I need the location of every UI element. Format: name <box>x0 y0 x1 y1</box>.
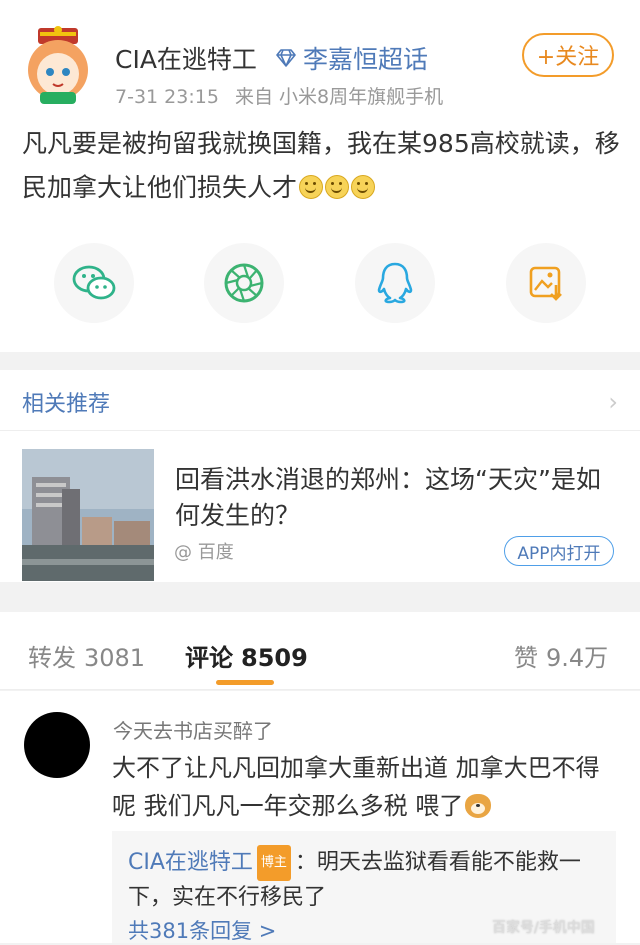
diamond-icon <box>276 49 296 67</box>
comment-count: 8509 <box>241 644 308 672</box>
doge-emoji-icon <box>465 794 492 818</box>
user-avatar[interactable] <box>24 26 92 104</box>
commenter-username[interactable]: 今天去书店买醉了 <box>113 715 273 744</box>
tab-repost[interactable]: 转发 3081 <box>28 638 145 673</box>
view-replies-link[interactable]: 共381条回复 > <box>128 915 276 945</box>
like-count: 9.4万 <box>546 644 609 672</box>
comment-text: 大不了让凡凡回加拿大重新出道 加拿大巴不得呢 我们凡凡一年交那么多税 喂了 <box>112 754 600 820</box>
smile-emoji-icon <box>325 175 350 199</box>
moments-icon[interactable] <box>204 243 284 323</box>
topic-label: 李嘉恒超话 <box>303 45 429 74</box>
repost-count: 3081 <box>84 644 146 672</box>
comment-item: 今天去书店买醉了 大不了让凡凡回加拿大重新出道 加拿大巴不得呢 我们凡凡一年交那… <box>0 691 640 943</box>
post-source: 来自 小米8周年旗舰手机 <box>234 86 444 108</box>
share-row <box>0 243 640 323</box>
commenter-avatar[interactable] <box>24 712 90 778</box>
chevron-right-icon[interactable]: › <box>608 388 618 416</box>
topic-link[interactable]: 李嘉恒超话 <box>275 40 428 76</box>
active-tab-indicator <box>216 680 274 685</box>
watermark: 百家号/手机中国 <box>492 920 595 936</box>
post-username[interactable]: CIA在逃特工 <box>115 40 257 76</box>
article-source: @ 百度 <box>174 542 234 563</box>
article-title[interactable]: 回看洪水消退的郑州：这场“天灾”是如何发生的？ <box>175 462 605 534</box>
related-heading: 相关推荐 <box>22 392 111 417</box>
reply-username[interactable]: CIA在逃特工 <box>128 850 253 875</box>
smile-emoji-icon <box>351 175 376 199</box>
smile-emoji-icon <box>299 175 324 199</box>
tab-comments-label: 评论 <box>185 644 233 672</box>
interaction-tabs: 转发 3081 评论 8509 赞 9.4万 <box>0 612 640 690</box>
qq-icon[interactable] <box>355 243 435 323</box>
follow-button[interactable]: +关注 <box>522 33 614 77</box>
reply-content: CIA在逃特工 博主 ：明天去监狱看看能不能救一下，实在不行移民了 <box>128 845 608 915</box>
article-thumbnail[interactable] <box>22 449 154 581</box>
post-content: 凡凡要是被拘留我就换国籍，我在某985高校就读，移民加拿大让他们损失人才 <box>22 122 622 210</box>
divider <box>0 689 640 690</box>
author-badge: 博主 <box>256 845 291 881</box>
tab-likes[interactable]: 赞 9.4万 <box>514 638 608 673</box>
comment-content: 大不了让凡凡回加拿大重新出道 加拿大巴不得呢 我们凡凡一年交那么多税 喂了 <box>112 749 612 825</box>
related-card: 相关推荐 › 回看洪水消退的郑州：这场“天灾”是如何发生的？ @ 百度 APP内… <box>0 370 640 582</box>
post-meta: 7-31 23:15 来自 小米8周年旗舰手机 <box>115 82 453 109</box>
open-in-app-button[interactable]: APP内打开 <box>504 536 614 566</box>
save-image-icon[interactable] <box>506 243 586 323</box>
divider <box>0 430 640 431</box>
post-card: CIA在逃特工 李嘉恒超话 +关注 7-31 23:15 来自 小米8周年旗舰手… <box>0 0 640 352</box>
post-date: 7-31 23:15 <box>115 86 219 108</box>
tab-comments[interactable]: 评论 8509 <box>185 638 308 673</box>
tab-likes-label: 赞 <box>514 644 538 672</box>
wechat-icon[interactable] <box>54 243 134 323</box>
tab-repost-label: 转发 <box>28 644 76 672</box>
